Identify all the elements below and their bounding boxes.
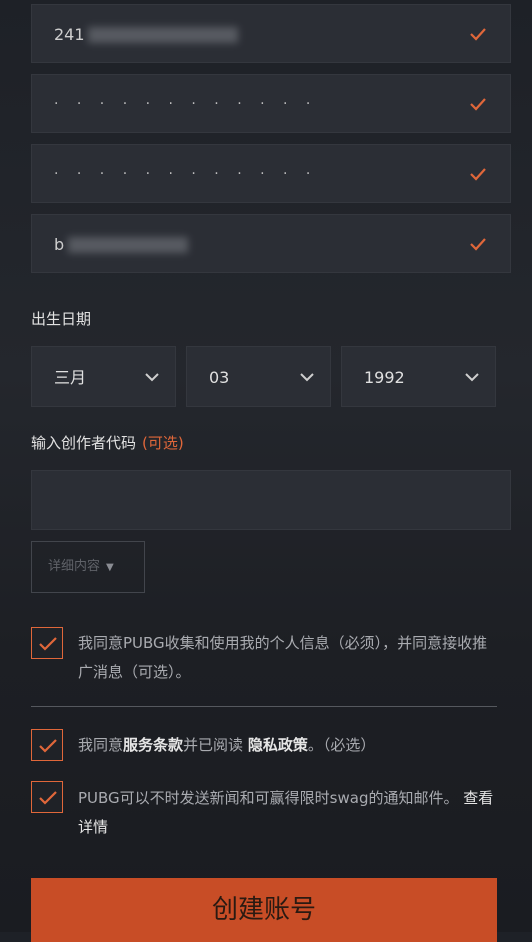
confirm-password-field[interactable]: · · · · · · · · · · · ·	[31, 144, 511, 203]
consent-newsletter-checkbox[interactable]	[31, 781, 63, 813]
terms-of-service-link[interactable]: 服务条款	[123, 736, 183, 754]
account-field-value: 241	[54, 25, 85, 44]
details-label: 详细内容	[48, 559, 101, 574]
redacted-text	[68, 237, 188, 253]
checkmark-icon	[470, 238, 486, 251]
checkmark-icon	[470, 98, 486, 111]
account-field[interactable]: 241	[31, 4, 511, 63]
details-dropdown-button[interactable]: 详细内容 ▼	[31, 541, 145, 593]
chevron-down-icon	[145, 373, 159, 382]
optional-tag: (可选)	[142, 434, 184, 452]
consent-terms-mid: 并已阅读	[183, 736, 248, 754]
creator-code-label-text: 输入创作者代码	[31, 434, 137, 452]
day-select[interactable]: 03	[186, 346, 331, 407]
creator-code-input[interactable]	[31, 470, 511, 530]
chevron-down-icon	[300, 373, 314, 382]
consent-newsletter-text: PUBG可以不时发送新闻和可赢得限时swag的通知邮件。 查看详情	[78, 784, 503, 842]
consent-personal-info-text: 我同意PUBG收集和使用我的个人信息（必须），并同意接收推广消息（可选）。	[78, 634, 488, 681]
username-field-value: b	[54, 235, 65, 254]
redacted-text	[88, 27, 238, 43]
consent-newsletter-body: PUBG可以不时发送新闻和可赢得限时swag的通知邮件。	[78, 789, 464, 807]
consent-personal-info-checkbox[interactable]	[31, 627, 63, 659]
year-value: 1992	[364, 368, 405, 387]
divider	[31, 706, 497, 707]
year-select[interactable]: 1992	[341, 346, 496, 407]
birthdate-label: 出生日期	[31, 310, 92, 328]
checkmark-icon	[470, 28, 486, 41]
chevron-down-icon	[465, 373, 479, 382]
consent-terms-suffix: 。（必选）	[307, 736, 376, 754]
chevron-down-icon: ▼	[106, 562, 114, 573]
confirm-password-mask: · · · · · · · · · · · ·	[54, 166, 318, 182]
password-mask: · · · · · · · · · · · ·	[54, 96, 318, 112]
checkmark-icon	[470, 168, 486, 181]
privacy-policy-link[interactable]: 隐私政策	[248, 736, 308, 754]
consent-terms-prefix: 我同意	[78, 736, 124, 754]
consent-terms-checkbox[interactable]	[31, 729, 63, 761]
day-value: 03	[209, 368, 230, 387]
consent-terms-text: 我同意服务条款并已阅读 隐私政策。（必选）	[78, 731, 508, 760]
checkmark-icon	[39, 739, 57, 753]
month-select[interactable]: 三月	[31, 346, 176, 407]
month-value: 三月	[54, 368, 87, 387]
username-field[interactable]: b	[31, 214, 511, 273]
checkmark-icon	[39, 791, 57, 805]
checkmark-icon	[39, 637, 57, 651]
create-account-button[interactable]: 创建账号	[31, 878, 497, 942]
password-field[interactable]: · · · · · · · · · · · ·	[31, 74, 511, 133]
creator-code-label: 输入创作者代码 (可选)	[31, 432, 184, 453]
